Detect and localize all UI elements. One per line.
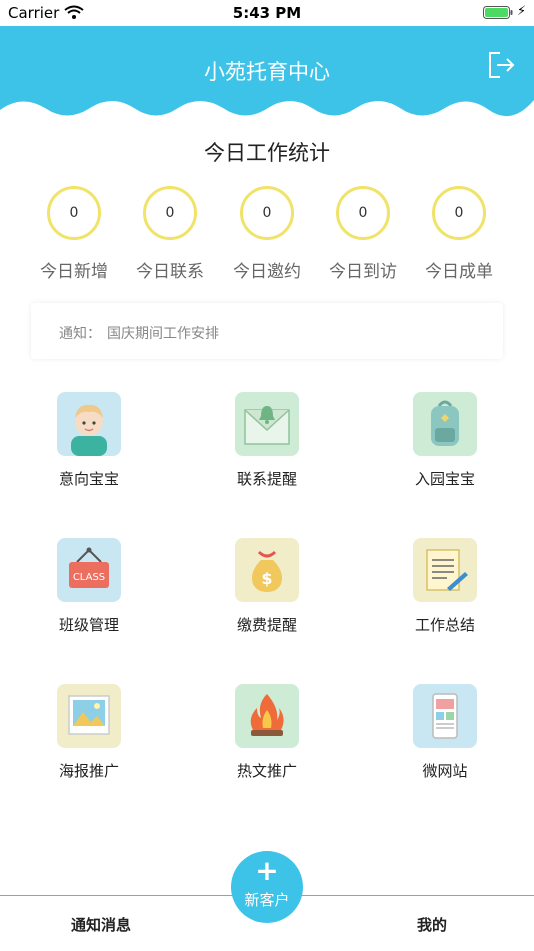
stats-title: 今日工作统计	[204, 141, 330, 165]
grid-item-enrolled-baby[interactable]: 入园宝宝	[385, 392, 505, 489]
fire-icon	[235, 684, 299, 748]
class-sign-icon: CLASS	[57, 538, 121, 602]
clock: 5:43 PM	[232, 4, 302, 22]
status-bar: Carrier 5:43 PM ⚡	[0, 0, 534, 26]
stat-new[interactable]: 0 今日新增	[26, 186, 122, 282]
stat-invite[interactable]: 0 今日邀约	[219, 186, 315, 282]
svg-text:CLASS: CLASS	[73, 572, 105, 583]
stat-value: 0	[336, 186, 390, 240]
stat-contact[interactable]: 0 今日联系	[122, 186, 218, 282]
money-bag-icon: $	[235, 538, 299, 602]
charging-icon: ⚡	[517, 4, 527, 19]
grid-item-article-promotion[interactable]: 热文推广	[207, 684, 327, 781]
poster-image-icon	[57, 684, 121, 748]
tab-notifications[interactable]: 通知消息	[71, 914, 131, 935]
stat-label: 今日到访	[329, 262, 397, 282]
stat-deal[interactable]: 0 今日成单	[411, 186, 507, 282]
svg-text:$: $	[261, 569, 272, 588]
stat-value: 0	[432, 186, 486, 240]
grid-item-work-summary[interactable]: 工作总结	[385, 538, 505, 635]
stat-value: 0	[47, 186, 101, 240]
stat-label: 今日成单	[425, 262, 493, 282]
backpack-icon	[413, 392, 477, 456]
stat-value: 0	[143, 186, 197, 240]
grid-label: 工作总结	[414, 616, 475, 634]
tab-mine[interactable]: 我的	[417, 914, 447, 935]
grid-label: 联系提醒	[236, 470, 297, 488]
grid-item-payment-reminder[interactable]: $ 缴费提醒	[207, 538, 327, 635]
battery-icon	[483, 6, 513, 19]
new-customer-button[interactable]: + 新客户	[231, 851, 303, 923]
header: 小苑托育中心	[0, 26, 534, 126]
grid-label: 入园宝宝	[414, 470, 475, 488]
stats-row: 0 今日新增 0 今日联系 0 今日邀约 0 今日到访 0 今日成单	[0, 186, 534, 286]
stat-label: 今日邀约	[233, 262, 301, 282]
stat-visit[interactable]: 0 今日到访	[315, 186, 411, 282]
grid-label: 班级管理	[58, 616, 119, 634]
grid-label: 热文推广	[236, 762, 297, 780]
plus-icon: +	[255, 854, 279, 887]
mobile-site-icon	[413, 684, 477, 748]
baby-face-icon	[57, 392, 121, 456]
mail-bell-icon	[235, 392, 299, 456]
notice-prefix: 通知：	[59, 326, 101, 342]
grid-item-class-management[interactable]: CLASS 班级管理	[29, 538, 149, 635]
grid-label: 微网站	[422, 762, 468, 780]
grid-label: 缴费提醒	[236, 616, 297, 634]
document-pen-icon	[413, 538, 477, 602]
grid-item-micro-site[interactable]: 微网站	[385, 684, 505, 781]
grid-label: 海报推广	[58, 762, 119, 780]
new-customer-label: 新客户	[244, 891, 290, 909]
notice-text: 国庆期间工作安排	[107, 326, 219, 342]
notice-bar[interactable]: 通知： 国庆期间工作安排	[31, 303, 503, 359]
grid-label: 意向宝宝	[58, 470, 119, 488]
stat-value: 0	[240, 186, 294, 240]
logout-icon[interactable]	[486, 50, 516, 80]
stat-label: 今日新增	[40, 262, 108, 282]
grid-item-poster-promotion[interactable]: 海报推广	[29, 684, 149, 781]
grid-item-contact-reminder[interactable]: 联系提醒	[207, 392, 327, 489]
grid-item-intent-baby[interactable]: 意向宝宝	[29, 392, 149, 489]
page-title: 小苑托育中心	[204, 60, 330, 84]
stat-label: 今日联系	[136, 262, 204, 282]
